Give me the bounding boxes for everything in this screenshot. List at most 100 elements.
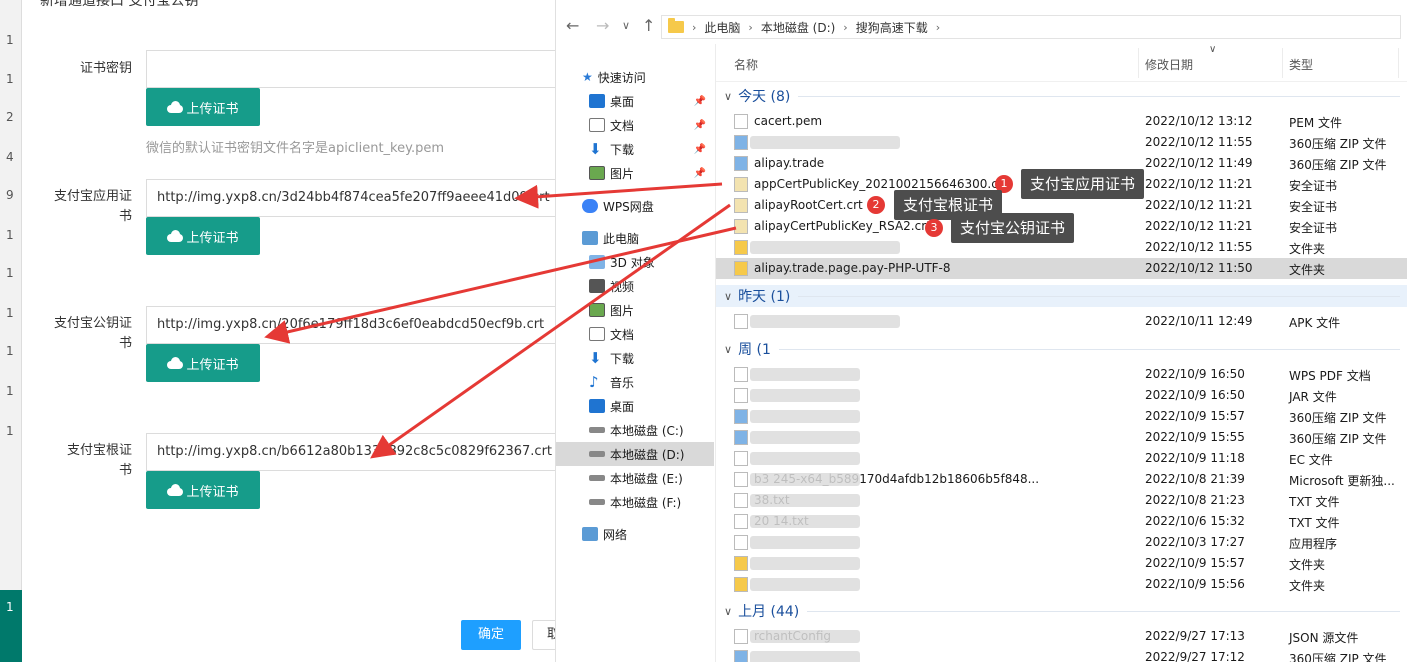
group-header[interactable]: ∨ 上月 (44) <box>716 600 1407 622</box>
file-row[interactable]: 2022/10/9 11:18 EC 文件 <box>716 448 1407 469</box>
nav-pinned-downloads[interactable]: ⬇ 下载 📌 <box>556 137 714 161</box>
file-row[interactable]: 2022/10/9 16:50 JAR 文件 <box>716 385 1407 406</box>
root-cert-input[interactable]: http://img.yxp8.cn/b6612a80b1333892c8c5c… <box>146 433 566 471</box>
file-row[interactable]: 2022/10/11 12:49 APK 文件 <box>716 311 1407 332</box>
file-icon <box>734 493 748 508</box>
chevron-down-icon[interactable]: ∨ <box>724 290 732 303</box>
nav-3d-objects[interactable]: 3D 对象 <box>556 250 714 274</box>
file-row[interactable]: alipay.trade.page.pay-PHP-UTF-8 2022/10/1… <box>716 258 1407 279</box>
row-number: 1 <box>6 424 14 438</box>
file-row[interactable]: 2022/9/27 17:12 360压缩 ZIP 文件 <box>716 647 1407 662</box>
upload-cert-key-button[interactable]: 上传证书 <box>146 88 260 126</box>
file-type: 360压缩 ZIP 文件 <box>1289 158 1387 172</box>
column-divider[interactable] <box>1398 48 1399 78</box>
breadcrumb-item[interactable]: 搜狗高速下载 <box>856 19 928 36</box>
upload-public-cert-button[interactable]: 上传证书 <box>146 344 260 382</box>
breadcrumb-item[interactable]: 此电脑 <box>704 19 740 36</box>
nav-drive-e[interactable]: 本地磁盘 (E:) <box>556 466 714 490</box>
back-arrow-icon[interactable]: ← <box>566 16 579 35</box>
nav-drive-c[interactable]: 本地磁盘 (C:) <box>556 418 714 442</box>
row-number: 1 <box>6 72 14 86</box>
file-icon <box>734 629 748 644</box>
file-row[interactable]: 2022/10/9 16:50 WPS PDF 文档 <box>716 364 1407 385</box>
file-row[interactable]: cacert.pem 2022/10/12 13:12 PEM 文件 <box>716 111 1407 132</box>
file-row[interactable]: 2022/10/9 15:55 360压缩 ZIP 文件 <box>716 427 1407 448</box>
file-row[interactable]: b3 245-x64_b589170d4afdb12b18606b5f848..… <box>716 469 1407 490</box>
file-name: alipay.trade.page.pay-PHP-UTF-8 <box>754 261 951 275</box>
file-icon <box>734 261 748 276</box>
nav-network[interactable]: 网络 <box>556 522 714 546</box>
nav-desktop[interactable]: 桌面 <box>556 394 714 418</box>
nav-pinned-pictures[interactable]: 图片 📌 <box>556 161 714 185</box>
file-row[interactable]: 38.txt2022/10/8 21:23TXT 文件 <box>716 490 1407 511</box>
file-row[interactable]: 2022/10/3 17:27 应用程序 <box>716 532 1407 553</box>
chevron-down-icon[interactable]: ∨ <box>724 605 732 618</box>
nav-music[interactable]: ♪ 音乐 <box>556 370 714 394</box>
pagination-page[interactable]: 1 <box>6 600 14 614</box>
app-cert-input[interactable]: http://img.yxp8.cn/3d24bb4f874cea5fe207f… <box>146 179 566 217</box>
upload-app-cert-button[interactable]: 上传证书 <box>146 217 260 255</box>
confirm-button[interactable]: 确定 <box>461 620 521 650</box>
cert-key-input[interactable] <box>146 50 566 88</box>
breadcrumb-item[interactable]: 本地磁盘 (D:) <box>761 19 835 36</box>
file-date: 2022/10/6 15:32 <box>1145 514 1245 528</box>
redacted-region <box>750 557 860 570</box>
recent-locations-icon[interactable]: ∨ <box>622 19 630 32</box>
nav-wps-drive[interactable]: WPS网盘 <box>556 194 714 218</box>
document-icon <box>589 327 605 341</box>
nav-drive-f[interactable]: 本地磁盘 (F:) <box>556 490 714 514</box>
file-row[interactable]: 2022/10/12 11:55 360压缩 ZIP 文件 <box>716 132 1407 153</box>
column-type[interactable]: 类型 <box>1289 56 1313 73</box>
nav-quick-access[interactable]: ★ 快速访问 <box>556 65 714 89</box>
redacted-region <box>750 515 860 528</box>
nav-this-pc[interactable]: 此电脑 <box>556 226 714 250</box>
nav-label: 视频 <box>610 279 635 294</box>
file-icon <box>734 556 748 571</box>
chevron-down-icon[interactable]: ∨ <box>724 90 732 103</box>
drive-icon <box>589 451 605 457</box>
row-number: 9 <box>6 188 14 202</box>
file-type: 安全证书 <box>1289 179 1338 193</box>
file-row[interactable]: 2022/10/9 15:57 360压缩 ZIP 文件 <box>716 406 1407 427</box>
nav-downloads[interactable]: ⬇ 下载 <box>556 346 714 370</box>
up-arrow-icon[interactable]: ↑ <box>642 16 655 35</box>
chevron-down-icon[interactable]: ∨ <box>724 343 732 356</box>
column-date[interactable]: 修改日期 <box>1145 56 1193 73</box>
nav-pictures[interactable]: 图片 <box>556 298 714 322</box>
folder-icon <box>668 18 684 33</box>
nav-pinned-documents[interactable]: 文档 📌 <box>556 113 714 137</box>
forward-arrow-icon[interactable]: → <box>596 16 609 35</box>
nav-videos[interactable]: 视频 <box>556 274 714 298</box>
file-date: 2022/10/12 11:49 <box>1145 156 1253 170</box>
file-date: 2022/10/12 13:12 <box>1145 114 1253 128</box>
group-header[interactable]: ∨ 昨天 (1) <box>716 285 1407 307</box>
address-bar[interactable]: › 此电脑 › 本地磁盘 (D:) › 搜狗高速下载 › <box>661 15 1401 39</box>
file-date: 2022/10/9 15:57 <box>1145 409 1245 423</box>
file-icon <box>734 409 748 424</box>
address-row: ← → ∨ ↑ › 此电脑 › 本地磁盘 (D:) › 搜狗高速下载 › <box>556 10 1407 44</box>
file-icon <box>734 472 748 487</box>
group-header[interactable]: ∨ 今天 (8) <box>716 85 1407 107</box>
public-cert-input[interactable]: http://img.yxp8.cn/20f6e179ff18d3c6ef0ea… <box>146 306 566 344</box>
file-row[interactable]: 2022/10/9 15:56 文件夹 <box>716 574 1407 595</box>
nav-drive-d[interactable]: 本地磁盘 (D:) <box>556 442 714 466</box>
file-row[interactable]: 20 14.txt2022/10/6 15:32TXT 文件 <box>716 511 1407 532</box>
field-label-app-cert: 支付宝应用证书 <box>53 189 132 224</box>
nav-pinned-desktop[interactable]: 桌面 📌 <box>556 89 714 113</box>
file-name: alipayCertPublicKey_RSA2.crt <box>754 219 931 233</box>
upload-root-cert-button[interactable]: 上传证书 <box>146 471 260 509</box>
file-date: 2022/10/11 12:49 <box>1145 314 1253 328</box>
file-type: Microsoft 更新独... <box>1289 474 1395 488</box>
nav-label: 文档 <box>610 327 635 342</box>
file-row[interactable]: rchantConfig2022/9/27 17:13JSON 源文件 <box>716 626 1407 647</box>
column-name[interactable]: 名称 <box>734 56 758 73</box>
group-divider <box>798 295 1400 297</box>
nav-documents[interactable]: 文档 <box>556 322 714 346</box>
file-icon <box>734 314 748 329</box>
group-header[interactable]: ∨ 周 (1 <box>716 338 1407 360</box>
file-row[interactable]: 2022/10/9 15:57 文件夹 <box>716 553 1407 574</box>
file-date: 2022/10/9 11:18 <box>1145 451 1245 465</box>
column-divider[interactable] <box>1138 48 1139 78</box>
group-divider <box>778 348 1400 350</box>
column-divider[interactable] <box>1282 48 1283 78</box>
